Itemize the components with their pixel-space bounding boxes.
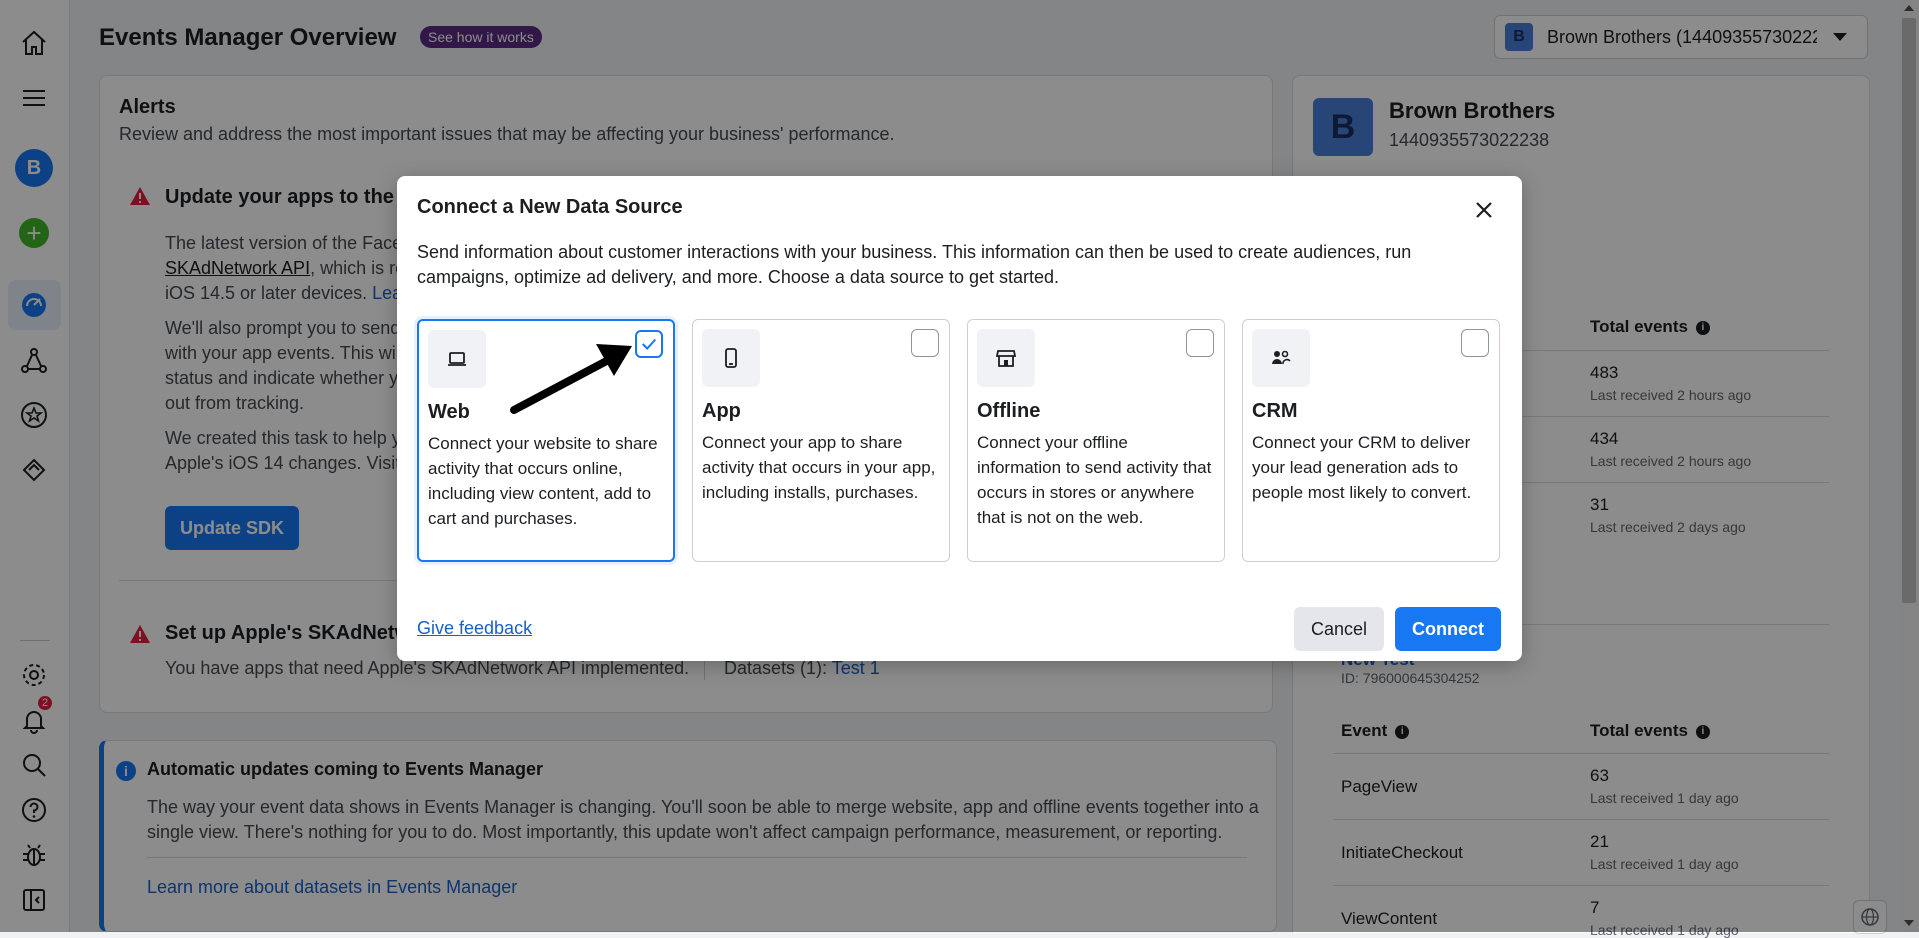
- card-description: Connect your offline information to send…: [977, 433, 1212, 527]
- web-checkbox[interactable]: [635, 330, 663, 358]
- close-button[interactable]: [1468, 194, 1500, 226]
- annotation-arrow-icon: [510, 344, 632, 414]
- crm-checkbox[interactable]: [1461, 329, 1489, 357]
- data-source-card-app[interactable]: App Connect your app to share activity t…: [692, 319, 950, 562]
- dialog-title: Connect a New Data Source: [417, 196, 683, 218]
- checkmark-icon: [641, 338, 657, 350]
- app-checkbox[interactable]: [911, 329, 939, 357]
- cancel-button[interactable]: Cancel: [1294, 607, 1384, 651]
- phone-icon: [702, 329, 760, 387]
- card-description: Connect your app to share activity that …: [702, 433, 936, 502]
- connect-data-source-dialog: Connect a New Data Source Send informati…: [397, 176, 1522, 661]
- give-feedback-link[interactable]: Give feedback: [417, 618, 532, 639]
- people-icon: [1252, 329, 1310, 387]
- connect-button[interactable]: Connect: [1395, 607, 1501, 651]
- dialog-description: Send information about customer interact…: [417, 242, 1412, 287]
- card-title: CRM: [1252, 400, 1298, 422]
- offline-checkbox[interactable]: [1186, 329, 1214, 357]
- card-title: App: [702, 400, 741, 422]
- card-description: Connect your CRM to deliver your lead ge…: [1252, 433, 1472, 502]
- card-description: Connect your website to share activity t…: [428, 434, 658, 528]
- card-title: Offline: [977, 400, 1041, 422]
- laptop-icon: [428, 330, 486, 388]
- data-source-card-offline[interactable]: Offline Connect your offline information…: [967, 319, 1225, 562]
- store-icon: [977, 329, 1035, 387]
- data-source-card-crm[interactable]: CRM Connect your CRM to deliver your lea…: [1242, 319, 1500, 562]
- close-icon: [1476, 202, 1492, 218]
- card-title: Web: [428, 401, 470, 423]
